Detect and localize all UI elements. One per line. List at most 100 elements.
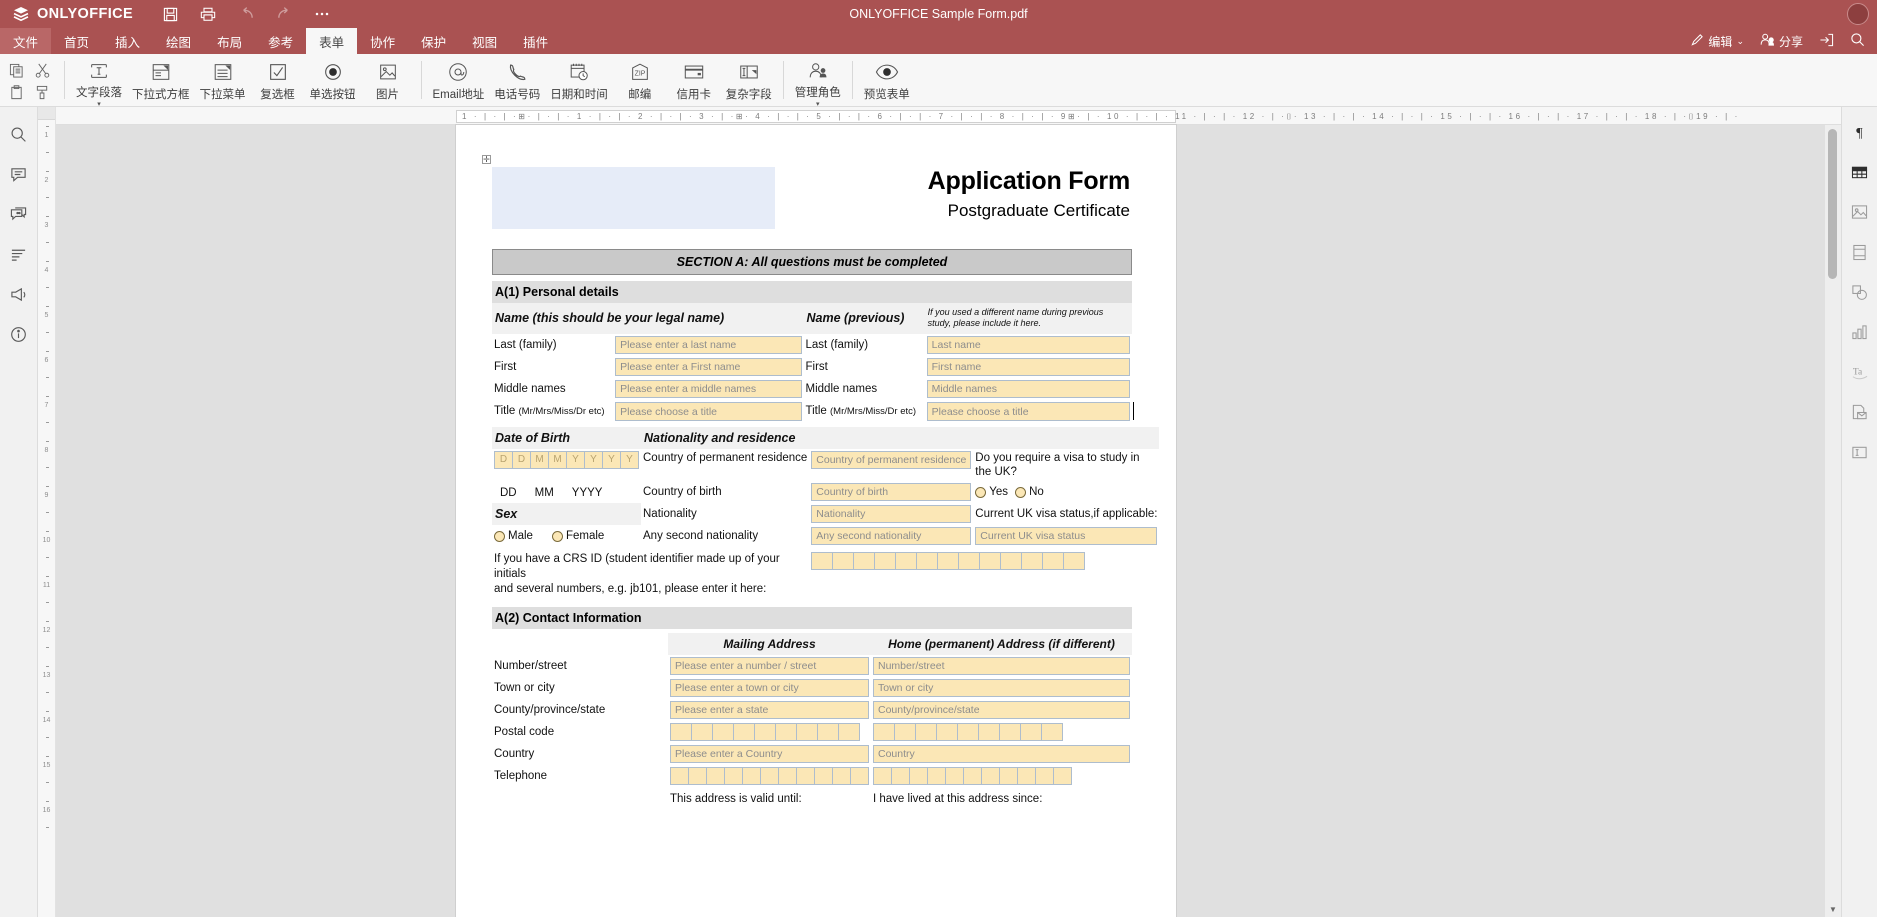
comb-cell[interactable] [850,767,869,786]
crs-comb-cell[interactable] [1000,552,1023,571]
ribbon-button-phone[interactable]: 电话号码 [489,56,545,105]
field-mailing-country[interactable]: Please enter a Country [670,745,869,764]
tab-home[interactable]: 首页 [51,28,102,54]
field-first-name-previous[interactable]: First name [926,357,1130,376]
field-last-name-previous[interactable]: Last name [926,335,1130,354]
radio-visa-no[interactable]: No [1015,486,1044,498]
dob-comb-cell[interactable]: Y [584,450,603,469]
comb-cell[interactable] [817,723,839,742]
comb-cell[interactable] [891,767,910,786]
field-home-telephone[interactable] [873,767,1130,786]
vertical-ruler[interactable]: 1 2 3 4 5 6 7 8 9 10 11 12 13 14 15 16 [38,107,56,917]
vertical-scrollbar-thumb[interactable] [1828,129,1837,279]
dob-comb-cell[interactable]: D [512,450,531,469]
field-home-town-city[interactable]: Town or city [873,679,1130,698]
rightbar-item-header-footer[interactable] [1849,241,1871,263]
radio-sex-male[interactable]: Male [494,530,533,542]
radio-sex-female[interactable]: Female [551,530,604,542]
comb-cell[interactable] [706,767,725,786]
comb-cell[interactable] [999,767,1018,786]
comb-cell[interactable] [688,767,707,786]
comb-cell[interactable] [670,723,692,742]
comb-cell[interactable] [978,723,1000,742]
document-page[interactable]: ✛ Application Form Postgraduate Certific… [456,125,1176,917]
dob-comb-cell[interactable]: M [530,450,549,469]
sidebar-item-about[interactable] [8,323,30,345]
field-country-of-birth[interactable]: Country of birth [811,483,972,502]
comb-cell[interactable] [894,723,916,742]
crs-comb-cell[interactable] [1063,552,1086,571]
field-mailing-postal-code[interactable] [670,723,869,742]
crs-id-comb-field[interactable] [811,552,1157,571]
print-icon[interactable] [199,5,217,23]
field-middle-names-legal[interactable]: Please enter a middle names [615,379,802,398]
ribbon-button-credit-card[interactable]: 信用卡 [667,56,721,105]
rightbar-item-text-art[interactable]: Ta [1849,361,1871,383]
radio-visa-yes[interactable]: Yes [975,486,1008,498]
field-nationality[interactable]: Nationality [811,505,972,524]
tab-protection[interactable]: 保护 [408,28,459,54]
comb-cell[interactable] [754,723,776,742]
copy-style-icon[interactable] [32,82,52,102]
tab-plugins[interactable]: 插件 [510,28,561,54]
field-second-nationality[interactable]: Any second nationality [811,527,972,546]
dob-comb-cell[interactable]: M [548,450,567,469]
comb-cell[interactable] [778,767,797,786]
share-button[interactable]: 分享 [1760,33,1803,50]
field-country-permanent-residence[interactable]: Country of permanent residence [811,450,972,469]
comb-cell[interactable] [1041,723,1063,742]
comb-cell[interactable] [775,723,797,742]
comb-cell[interactable] [945,767,964,786]
ribbon-button-manage-roles[interactable]: 管理角色 ▾ [790,56,846,108]
field-mailing-number-street[interactable]: Please enter a number / street [670,657,869,676]
field-home-number-street[interactable]: Number/street [873,657,1130,676]
ribbon-button-checkbox[interactable]: 复选框 [251,56,305,105]
crs-comb-cell[interactable] [811,552,834,571]
comb-cell[interactable] [670,767,689,786]
comb-cell[interactable] [915,723,937,742]
crs-comb-cell[interactable] [979,552,1002,571]
comb-cell[interactable] [832,767,851,786]
comb-cell[interactable] [1020,723,1042,742]
rightbar-item-table[interactable] [1849,161,1871,183]
comb-cell[interactable] [838,723,860,742]
ribbon-button-zipcode[interactable]: ZIP 邮编 [613,56,667,105]
crs-comb-cell[interactable] [1042,552,1065,571]
edit-mode-button[interactable]: 编辑 ⌄ [1691,33,1744,50]
ribbon-button-radio[interactable]: 单选按钮 [305,56,361,105]
horizontal-ruler[interactable]: 1 · | · | ·⊞· | · | · 1 · | · | · 2 · | … [56,107,1841,125]
comb-cell[interactable] [1035,767,1054,786]
paste-icon[interactable] [6,82,26,102]
field-first-name-legal[interactable]: Please enter a First name [615,357,802,376]
ribbon-button-dropdown[interactable]: 下拉菜单 [195,56,251,105]
field-visa-status[interactable]: Current UK visa status [975,527,1158,546]
tab-file[interactable]: 文件 [0,28,52,54]
crs-comb-cell[interactable] [958,552,981,571]
comb-cell[interactable] [1017,767,1036,786]
comb-cell[interactable] [927,767,946,786]
comb-cell[interactable] [733,723,755,742]
dob-comb-field[interactable]: D D M M Y Y Y Y [494,450,639,469]
sidebar-item-search[interactable] [8,123,30,145]
radio-button-icon[interactable] [551,530,563,542]
rightbar-item-paragraph[interactable]: ¶ [1849,121,1871,143]
ribbon-button-preview-form[interactable]: 预览表单 [859,56,915,105]
rightbar-item-shape[interactable] [1849,281,1871,303]
field-home-county-state[interactable]: County/province/state [873,701,1130,720]
comb-cell[interactable] [712,723,734,742]
tab-references[interactable]: 参考 [255,28,306,54]
crs-comb-cell[interactable] [895,552,918,571]
table-move-handle-icon[interactable]: ✛ [482,155,491,164]
comb-cell[interactable] [873,767,892,786]
comb-cell[interactable] [691,723,713,742]
rightbar-item-form-settings[interactable] [1849,441,1871,463]
comb-cell[interactable] [873,723,895,742]
ribbon-button-image-field[interactable]: 图片 [361,56,415,105]
tab-layout[interactable]: 布局 [204,28,255,54]
field-home-postal-code[interactable] [873,723,1130,742]
redo-icon[interactable] [275,5,293,23]
logo-placeholder-image[interactable] [492,167,775,229]
sidebar-item-navigation[interactable] [8,243,30,265]
sidebar-item-chat[interactable] [8,203,30,225]
field-home-country[interactable]: Country [873,745,1130,764]
